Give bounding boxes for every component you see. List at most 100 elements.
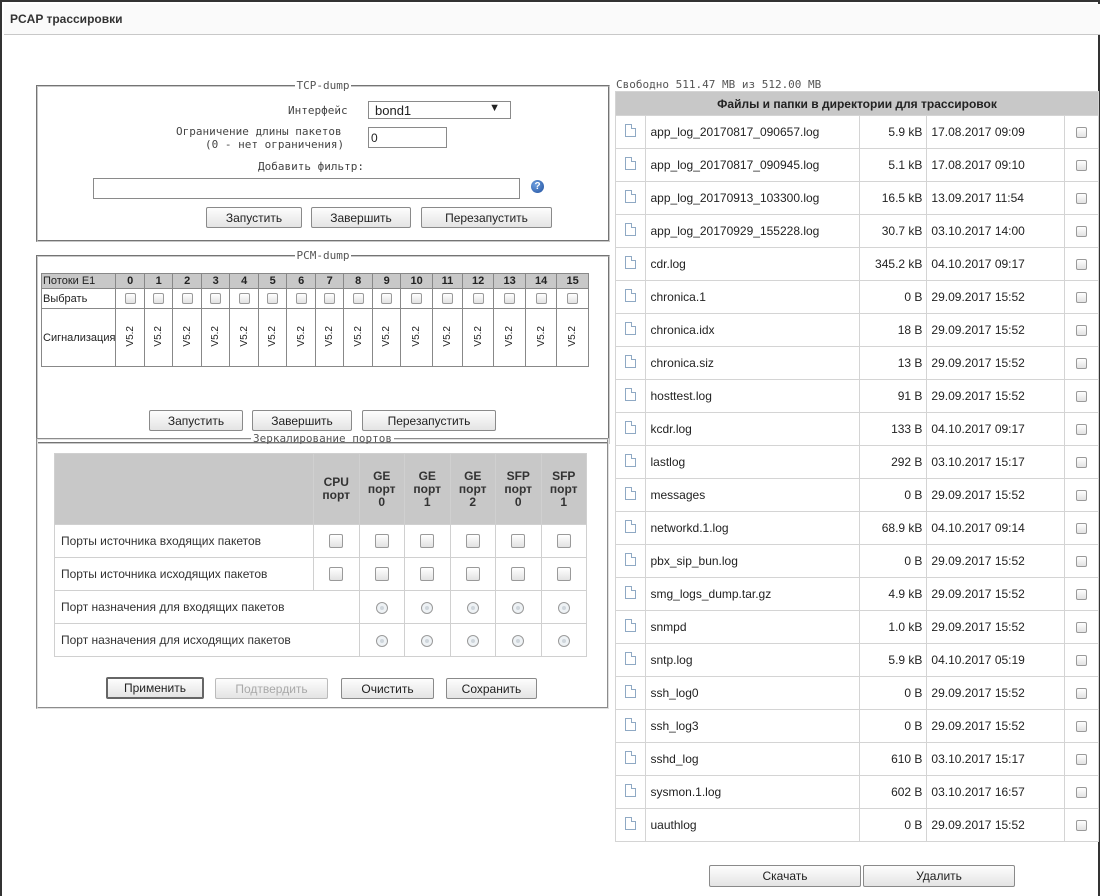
pcmdump-restart-button[interactable]: Перезапустить <box>362 410 496 431</box>
file-name[interactable]: uauthlog <box>644 808 860 842</box>
mirror-checkbox[interactable] <box>465 534 480 549</box>
file-name[interactable]: ssh_log3 <box>644 709 860 743</box>
file-name[interactable]: app_log_20170817_090945.log <box>644 148 860 182</box>
mirror-checkbox[interactable] <box>511 567 526 582</box>
filter-input[interactable] <box>93 178 520 199</box>
file-select-checkbox[interactable] <box>1076 688 1088 700</box>
file-name[interactable]: app_log_20170929_155228.log <box>644 214 860 248</box>
file-row[interactable]: ssh_log3 0 B 29.09.2017 15:52 <box>615 709 1099 743</box>
mirror-radio[interactable] <box>375 634 388 647</box>
file-name[interactable]: snmpd <box>644 610 860 644</box>
file-select-checkbox[interactable] <box>1076 193 1088 205</box>
mirror-radio[interactable] <box>557 634 570 647</box>
mirror-radio[interactable] <box>466 634 479 647</box>
mirror-radio[interactable] <box>512 601 525 614</box>
pcm-stream-checkbox[interactable] <box>153 293 165 305</box>
delete-button[interactable]: Удалить <box>863 865 1015 887</box>
pcm-stream-checkbox[interactable] <box>124 293 136 305</box>
file-name[interactable]: hosttest.log <box>644 379 860 413</box>
pcm-stream-checkbox[interactable] <box>352 293 364 305</box>
file-select-checkbox[interactable] <box>1076 358 1088 370</box>
file-select-checkbox[interactable] <box>1076 259 1088 271</box>
file-row[interactable]: chronica.1 0 B 29.09.2017 15:52 <box>615 280 1099 314</box>
file-select-checkbox[interactable] <box>1076 160 1088 172</box>
file-row[interactable]: smg_logs_dump.tar.gz 4.9 kB 29.09.2017 15:… <box>615 577 1099 611</box>
file-name[interactable]: cdr.log <box>644 247 860 281</box>
mirror-radio[interactable] <box>421 634 434 647</box>
file-select-checkbox[interactable] <box>1076 655 1088 667</box>
file-select-checkbox[interactable] <box>1076 457 1088 469</box>
mirror-checkbox[interactable] <box>465 567 480 582</box>
file-name[interactable]: pbx_sip_bun.log <box>644 544 860 578</box>
mirror-checkbox[interactable] <box>511 534 526 549</box>
file-name[interactable]: sntp.log <box>644 643 860 677</box>
file-name[interactable]: sshd_log <box>644 742 860 776</box>
file-row[interactable]: snmpd 1.0 kB 29.09.2017 15:52 <box>615 610 1099 644</box>
tcpdump-stop-button[interactable]: Завершить <box>311 207 411 228</box>
file-select-checkbox[interactable] <box>1076 325 1088 337</box>
file-row[interactable]: chronica.idx 18 B 29.09.2017 15:52 <box>615 313 1099 347</box>
pcm-stream-checkbox[interactable] <box>181 293 193 305</box>
file-select-checkbox[interactable] <box>1076 820 1088 832</box>
mirror-radio[interactable] <box>557 601 570 614</box>
file-select-checkbox[interactable] <box>1076 226 1088 238</box>
pcm-stream-checkbox[interactable] <box>567 293 579 305</box>
file-row[interactable]: hosttest.log 91 B 29.09.2017 15:52 <box>615 379 1099 413</box>
file-row[interactable]: networkd.1.log 68.9 kB 04.10.2017 09:14 <box>615 511 1099 545</box>
file-row[interactable]: sntp.log 5.9 kB 04.10.2017 05:19 <box>615 643 1099 677</box>
mirror-checkbox[interactable] <box>420 534 435 549</box>
file-select-checkbox[interactable] <box>1076 589 1088 601</box>
file-name[interactable]: messages <box>644 478 860 512</box>
file-row[interactable]: messages 0 B 29.09.2017 15:52 <box>615 478 1099 512</box>
pcm-stream-checkbox[interactable] <box>535 293 547 305</box>
pcm-stream-checkbox[interactable] <box>295 293 307 305</box>
mirror-checkbox[interactable] <box>374 534 389 549</box>
pcm-stream-checkbox[interactable] <box>381 293 393 305</box>
file-row[interactable]: app_log_20170913_103300.log 16.5 kB 13.09.… <box>615 181 1099 215</box>
file-name[interactable]: app_log_20170913_103300.log <box>644 181 860 215</box>
mirror-checkbox[interactable] <box>374 567 389 582</box>
file-select-checkbox[interactable] <box>1076 622 1088 634</box>
pcmdump-start-button[interactable]: Запустить <box>149 410 243 431</box>
mirror-checkbox[interactable] <box>329 534 344 549</box>
file-row[interactable]: ssh_log0 0 B 29.09.2017 15:52 <box>615 676 1099 710</box>
file-name[interactable]: ssh_log0 <box>644 676 860 710</box>
file-row[interactable]: cdr.log 345.2 kB 04.10.2017 09:17 <box>615 247 1099 281</box>
pcm-stream-checkbox[interactable] <box>324 293 336 305</box>
mirror-radio[interactable] <box>375 601 388 614</box>
file-row[interactable]: app_log_20170929_155228.log 30.7 kB 03.10.… <box>615 214 1099 248</box>
file-row[interactable]: pbx_sip_bun.log 0 B 29.09.2017 15:52 <box>615 544 1099 578</box>
mirror-checkbox[interactable] <box>556 534 571 549</box>
file-name[interactable]: lastlog <box>644 445 860 479</box>
file-row[interactable]: kcdr.log 133 B 04.10.2017 09:17 <box>615 412 1099 446</box>
file-select-checkbox[interactable] <box>1076 556 1088 568</box>
file-select-checkbox[interactable] <box>1076 424 1088 436</box>
question-icon[interactable]: ? <box>531 180 544 193</box>
file-name[interactable]: networkd.1.log <box>644 511 860 545</box>
file-select-checkbox[interactable] <box>1076 754 1088 766</box>
mirror-radio[interactable] <box>512 634 525 647</box>
file-select-checkbox[interactable] <box>1076 490 1088 502</box>
packet-limit-input[interactable]: 0 <box>368 127 447 148</box>
file-row[interactable]: sysmon.1.log 602 B 03.10.2017 16:57 <box>615 775 1099 809</box>
clear-button[interactable]: Очистить <box>341 678 434 699</box>
pcm-stream-checkbox[interactable] <box>411 293 423 305</box>
pcm-stream-checkbox[interactable] <box>238 293 250 305</box>
file-select-checkbox[interactable] <box>1076 787 1088 799</box>
pcmdump-stop-button[interactable]: Завершить <box>252 410 352 431</box>
file-name[interactable]: chronica.idx <box>644 313 860 347</box>
tcpdump-start-button[interactable]: Запустить <box>206 207 302 228</box>
pcm-stream-checkbox[interactable] <box>504 293 516 305</box>
apply-button[interactable]: Применить <box>106 677 204 699</box>
file-select-checkbox[interactable] <box>1076 391 1088 403</box>
mirror-radio[interactable] <box>421 601 434 614</box>
download-button[interactable]: Скачать <box>709 865 861 887</box>
file-row[interactable]: sshd_log 610 B 03.10.2017 15:17 <box>615 742 1099 776</box>
mirror-checkbox[interactable] <box>556 567 571 582</box>
file-name[interactable]: smg_logs_dump.tar.gz <box>644 577 860 611</box>
file-select-checkbox[interactable] <box>1076 292 1088 304</box>
file-select-checkbox[interactable] <box>1076 523 1088 535</box>
file-name[interactable]: chronica.siz <box>644 346 860 380</box>
tcpdump-restart-button[interactable]: Перезапустить <box>421 207 552 228</box>
interface-select[interactable]: bond1 ▼ <box>368 101 511 119</box>
